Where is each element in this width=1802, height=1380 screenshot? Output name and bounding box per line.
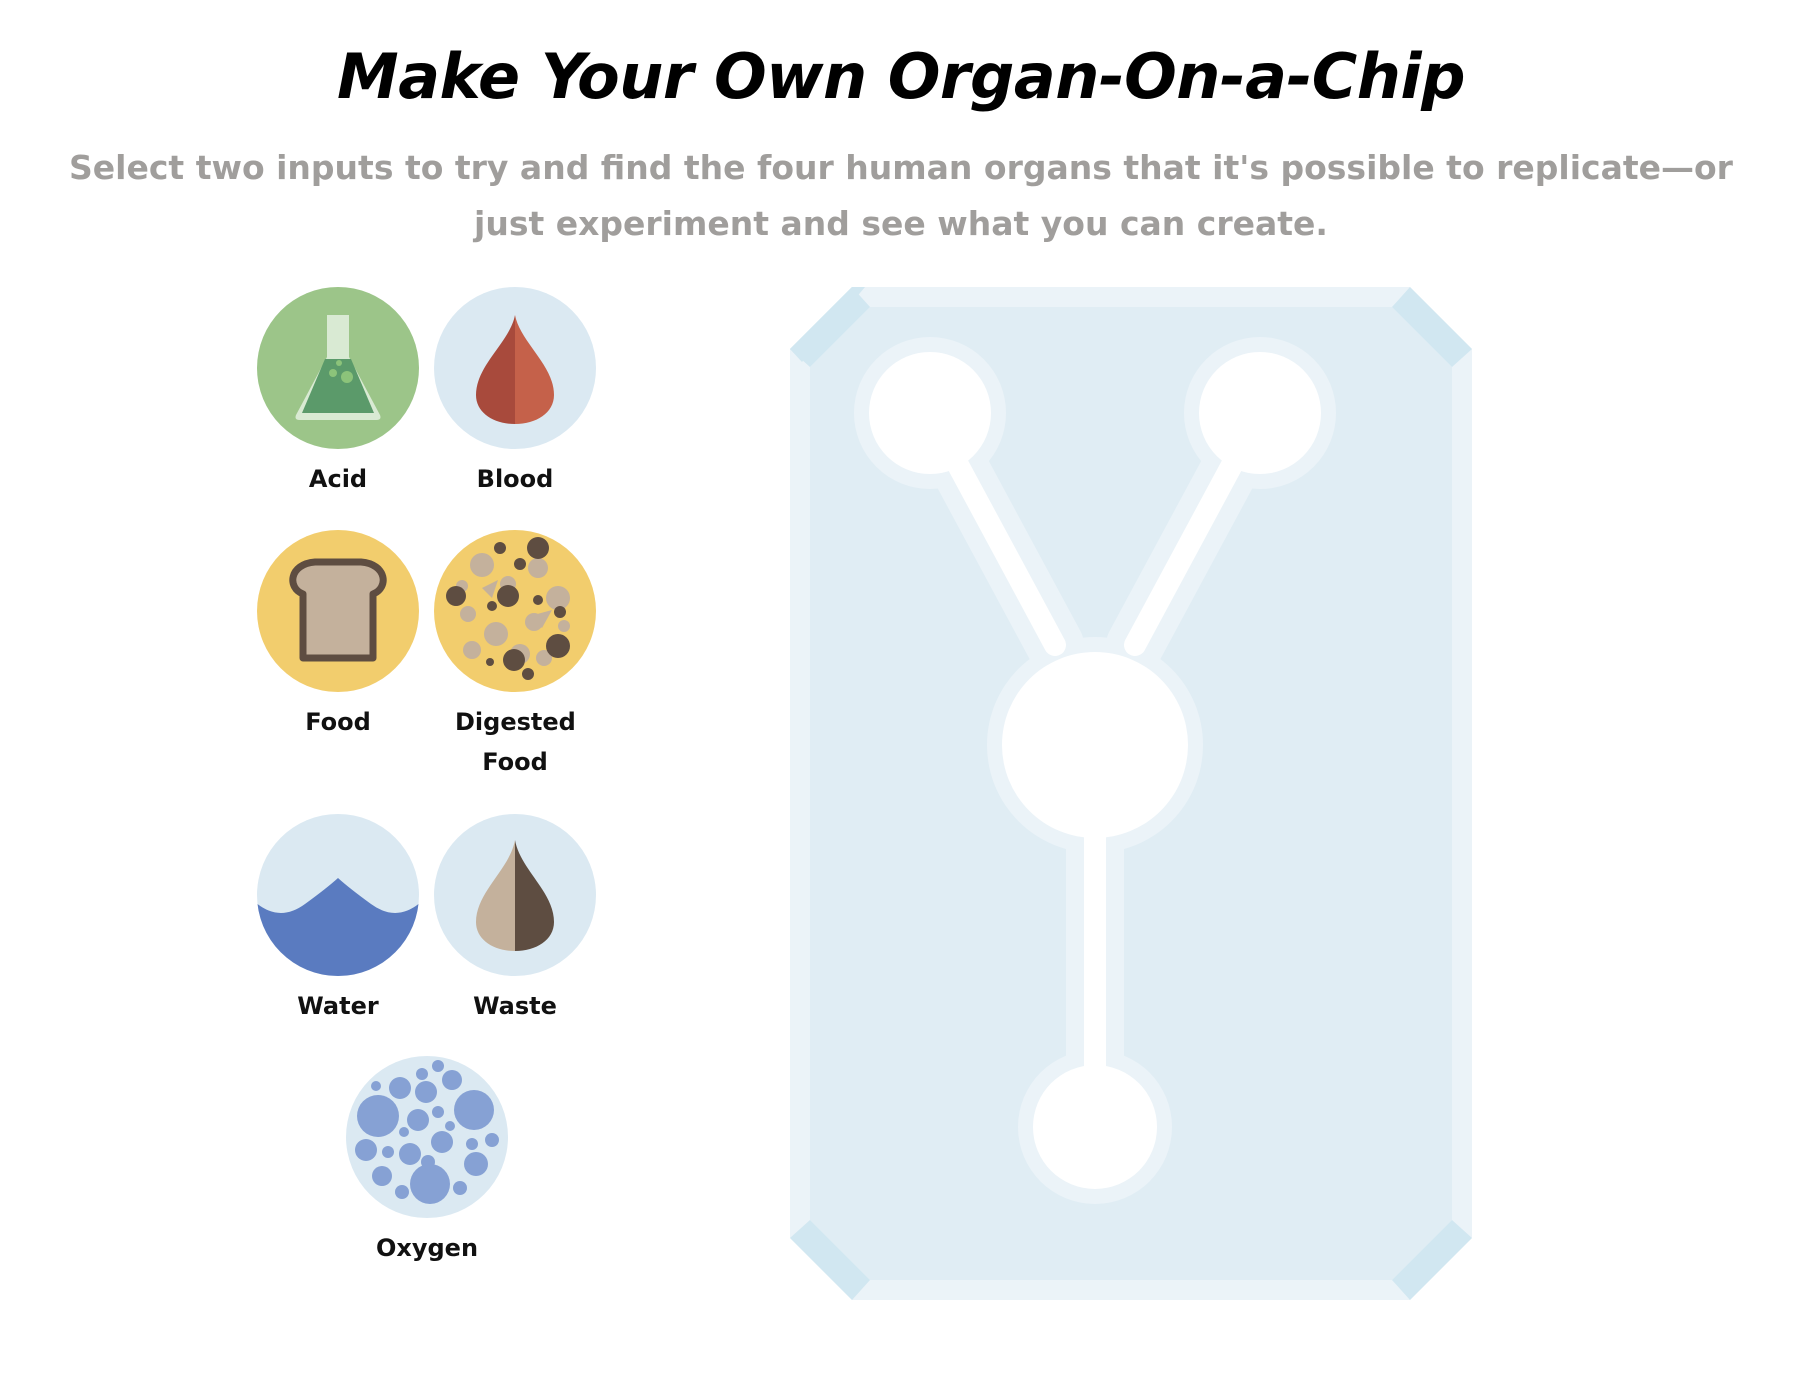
input-oxygen[interactable]: Oxygen [327, 1056, 527, 1268]
page-title: Make Your Own Organ-On-a-Chip [337, 40, 1466, 113]
input-slot-1[interactable] [869, 352, 991, 474]
mix-chamber [1002, 652, 1188, 838]
blood-drop-icon [434, 287, 596, 449]
input-waste[interactable]: Waste [415, 814, 615, 1026]
input-label: Water [297, 992, 379, 1020]
input-acid[interactable]: Acid [238, 287, 438, 499]
page-subtitle: Select two inputs to try and find the fo… [69, 148, 1733, 243]
input-label: Waste [473, 992, 557, 1020]
oxygen-bubbles-icon [346, 1056, 508, 1218]
bread-icon [257, 530, 419, 692]
input-label: Blood [476, 465, 554, 493]
input-label: Food [305, 708, 371, 736]
input-label: Digested Food [455, 708, 576, 776]
flask-icon [257, 287, 419, 449]
input-slot-2[interactable] [1199, 352, 1321, 474]
input-digested-food[interactable]: Digested Food [415, 530, 615, 782]
digested-food-icon [434, 530, 596, 692]
input-blood[interactable]: Blood [415, 287, 615, 499]
waste-drop-icon [434, 814, 596, 976]
input-food[interactable]: Food [238, 530, 438, 742]
organ-chip [790, 287, 1472, 1300]
output-slot [1033, 1065, 1157, 1189]
input-label: Oxygen [375, 1234, 479, 1262]
input-water[interactable]: Water [238, 814, 438, 1026]
water-wave-icon [257, 814, 419, 976]
input-label: Acid [308, 465, 368, 493]
